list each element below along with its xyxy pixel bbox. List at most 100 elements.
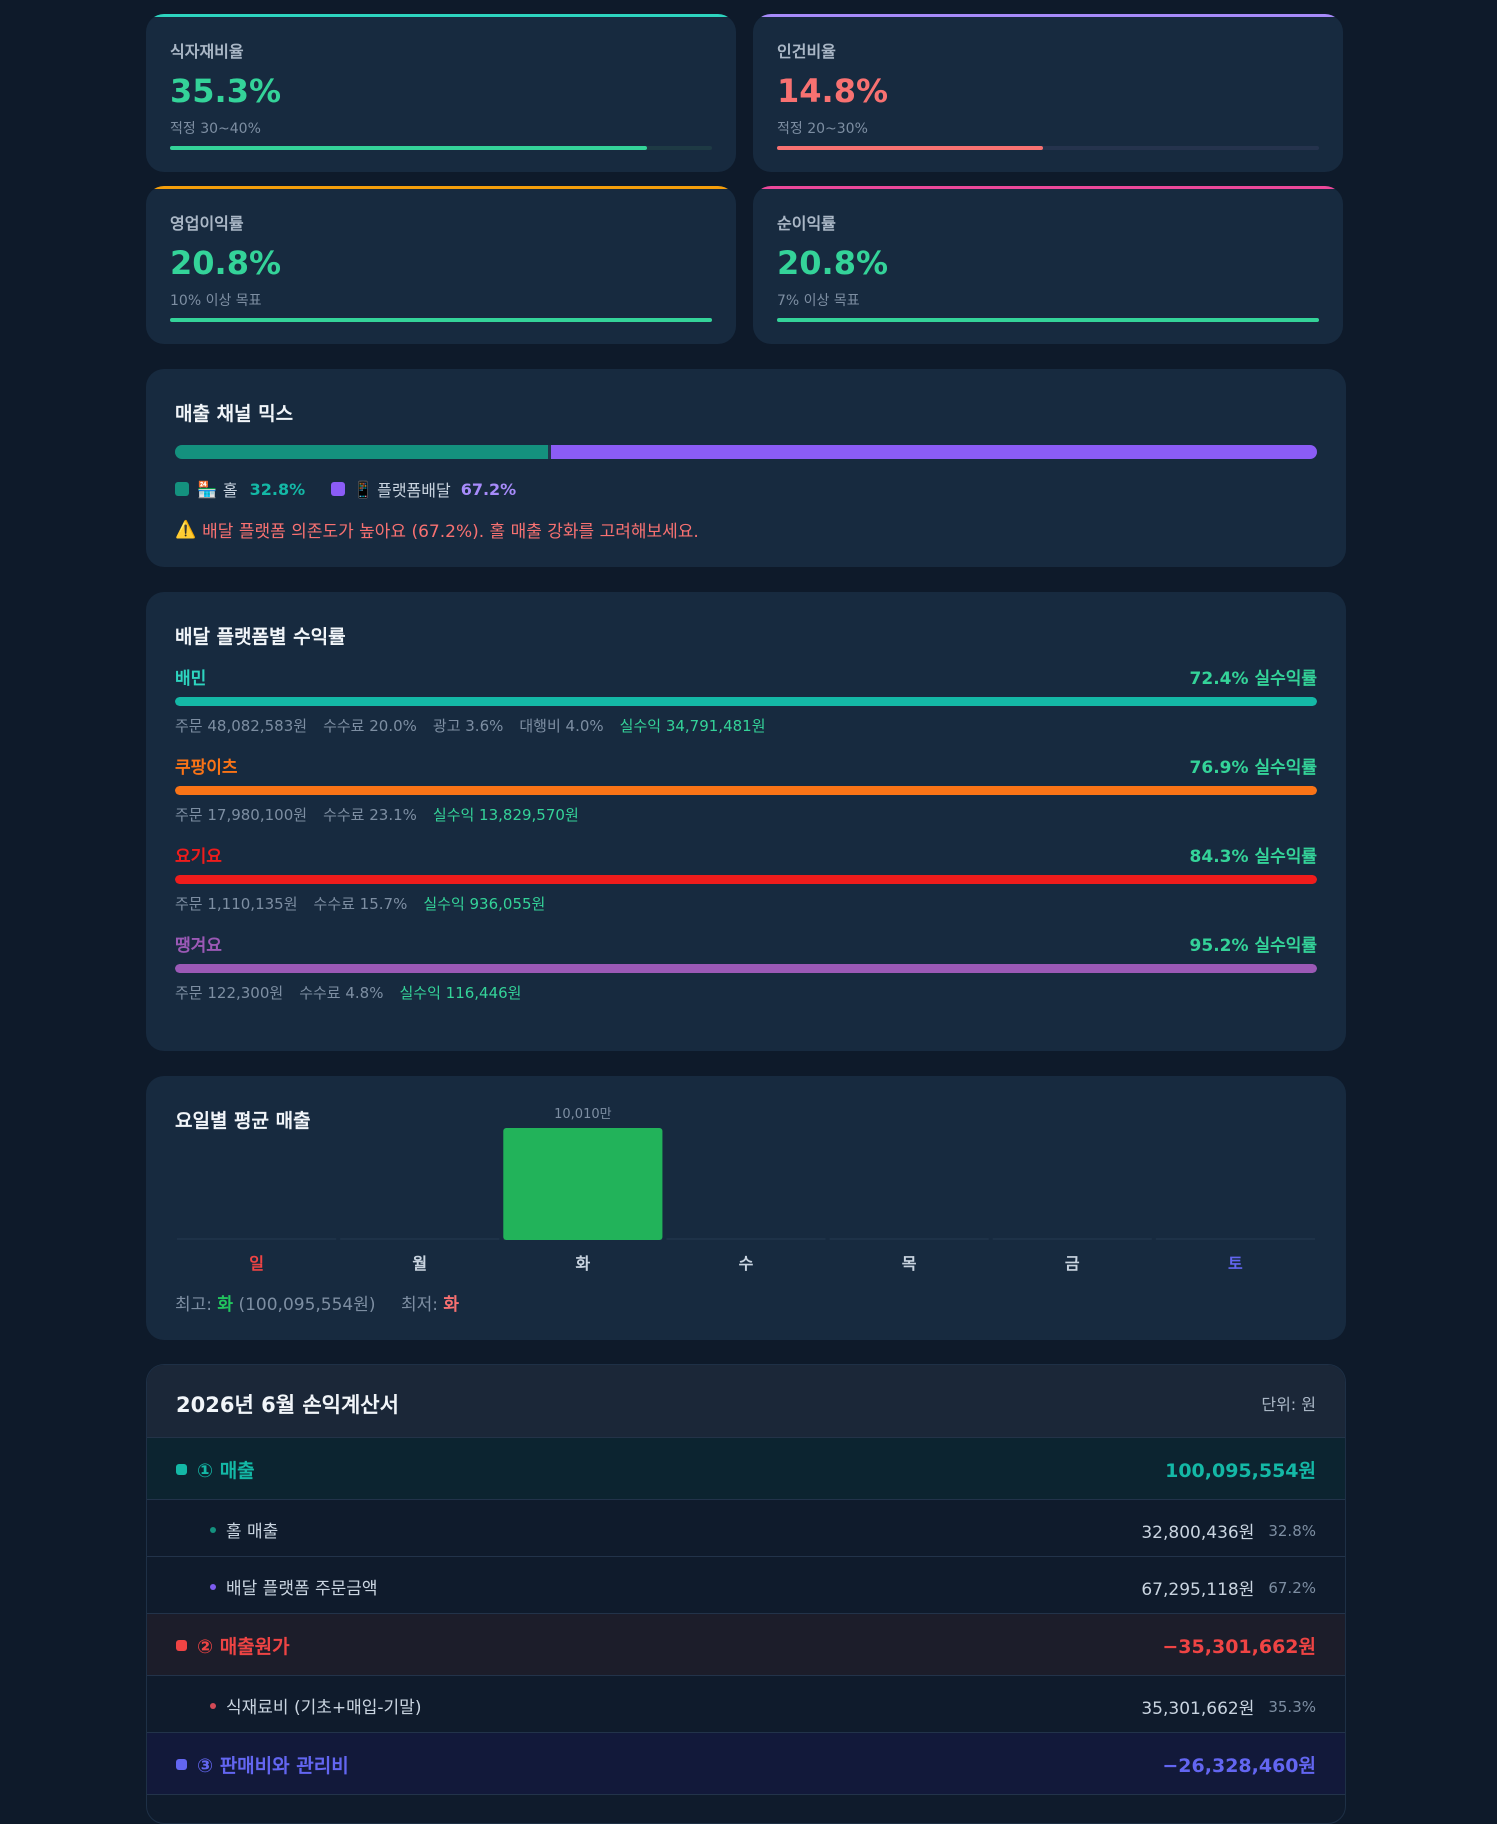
weekday-tick-label: 일 (249, 1254, 264, 1273)
store-icon: 🏪 (197, 479, 217, 499)
platform-meta-item: 수수료 15.7% (313, 895, 408, 913)
best-day: 화 (217, 1295, 234, 1315)
platform-row: 요기요 84.3% 실수익률 주문 1,110,135원 수수료 15.7% 실수익… (175, 842, 1317, 914)
delivery-label: 플랫폼배달 (377, 481, 451, 500)
kpi-label: 순이익률 (777, 214, 836, 233)
line-amount: 32,800,436원 (1141, 1523, 1255, 1543)
kpi-label: 인건비율 (777, 42, 836, 61)
section-label: ① 매출 (197, 1460, 255, 1482)
kpi-progress-track (170, 146, 712, 150)
weekday-tick-label: 금 (1064, 1254, 1080, 1273)
channel-mix-bar (175, 445, 1317, 459)
worst-day: 화 (443, 1295, 459, 1315)
delivery-share-segment (550, 445, 1317, 459)
income-statement-header: 2026년 6월 손익계산서 단위: 원 (147, 1365, 1345, 1438)
platform-rate-value: 95.2% (1189, 936, 1249, 956)
phone-icon: 📱 (353, 479, 374, 499)
kpi-progress-fill (170, 318, 712, 322)
platform-row: 땡겨요 95.2% 실수익률 주문 122,300원 수수료 4.8% 실수익 11… (175, 931, 1317, 1003)
platform-meta-item: 주문 17,980,100원 (175, 806, 308, 824)
kpi-progress-track (777, 318, 1319, 322)
hall-pct: 32.8% (249, 479, 306, 499)
platform-rate-track (175, 697, 1317, 706)
section-title: 배달 플랫폼별 수익률 (175, 626, 346, 648)
best-label: 최고: (175, 1295, 213, 1315)
kpi-label: 영업이익률 (170, 214, 244, 233)
platform-meta: 주문 1,110,135원 수수료 15.7% 실수익 936,055원 (175, 893, 1317, 914)
platform-name: 요기요 (175, 847, 222, 867)
platform-net-rate: 95.2% 실수익률 (1190, 931, 1317, 956)
section-marker-icon (176, 1640, 187, 1651)
statement-line-row: 식재료비 (기초+매입-기말) 35,301,662원 35.3% (147, 1676, 1345, 1733)
weekday-tick-label: 수 (738, 1254, 754, 1273)
section-amount: −35,301,662원 (1162, 1636, 1316, 1658)
channel-legend: 🏪 홀 32.8% 📱 플랫폼배달 67.2% (175, 477, 516, 501)
platform-meta-item: 수수료 23.1% (323, 806, 417, 824)
section-amount: 100,095,554원 (1165, 1460, 1316, 1482)
kpi-note: 7% 이상 목표 (777, 293, 860, 309)
kpi-value: 35.3% (170, 72, 282, 110)
platform-net-rate: 76.9% 실수익률 (1190, 753, 1317, 778)
line-bullet-icon (210, 1583, 216, 1590)
platform-meta-item: 주문 122,300원 (175, 984, 284, 1002)
worst-label: 최저: (400, 1295, 438, 1315)
delivery-swatch (331, 482, 346, 496)
line-bullet-icon (210, 1702, 216, 1709)
platform-rate-track (175, 875, 1317, 884)
weekday-baseline (177, 1238, 337, 1240)
kpi-note: 적정 20~30% (777, 121, 868, 137)
weekday-baseline (340, 1238, 500, 1240)
kpi-card-food-cost: 식자재비율 35.3% 적정 30~40% (146, 14, 736, 172)
platform-rate-suffix: 실수익률 (1254, 669, 1317, 689)
best-amount: (100,095,554원) (238, 1295, 376, 1315)
statement-section-row: ① 매출 100,095,554원 (147, 1438, 1345, 1500)
platform-rate-suffix: 실수익률 (1254, 936, 1317, 956)
statement-section-row: ② 매출원가 −35,301,662원 (147, 1614, 1345, 1676)
platform-net-rate: 84.3% 실수익률 (1190, 842, 1317, 867)
platform-meta: 주문 122,300원 수수료 4.8% 실수익 116,446원 (175, 982, 1317, 1003)
line-pct: 35.3% (1268, 1697, 1316, 1716)
weekday-baseline (829, 1238, 989, 1240)
platform-rate-value: 84.3% (1189, 847, 1249, 867)
section-title: 매출 채널 믹스 (175, 403, 294, 425)
statement-section-row: ③ 판매비와 관리비 −26,328,460원 (147, 1733, 1345, 1795)
weekday-baseline (666, 1238, 826, 1240)
platform-name: 쿠팡이츠 (175, 758, 238, 778)
section-label: ③ 판매비와 관리비 (197, 1755, 349, 1777)
platform-meta-item: 대행비 4.0% (519, 717, 604, 735)
platform-meta-item: 수수료 20.0% (323, 717, 417, 735)
line-amount: 67,295,118원 (1141, 1580, 1255, 1600)
platform-meta-item: 수수료 4.8% (299, 984, 384, 1002)
warning-icon: ⚠️ (175, 519, 197, 540)
platform-meta: 주문 17,980,100원 수수료 23.1% 실수익 13,829,570원 (175, 804, 1317, 825)
unit-label: 단위: 원 (1261, 1395, 1316, 1414)
platform-net-rate: 72.4% 실수익률 (1190, 664, 1317, 689)
line-amount: 35,301,662원 (1141, 1699, 1255, 1719)
line-label: 홀 매출 (226, 1522, 279, 1542)
kpi-progress-track (777, 146, 1319, 150)
kpi-progress-fill (777, 146, 1043, 150)
platform-rate-suffix: 실수익률 (1254, 758, 1317, 778)
weekday-tick-label: 토 (1228, 1254, 1243, 1273)
section-marker-icon (176, 1464, 187, 1475)
platform-net-profit: 실수익 13,829,570원 (432, 806, 579, 824)
hall-share-segment (175, 445, 548, 459)
platform-rate-track (175, 786, 1317, 795)
income-statement: 2026년 6월 손익계산서 단위: 원 ① 매출 100,095,554원홀 … (146, 1364, 1346, 1824)
statement-line-row: 배달 플랫폼 주문금액 67,295,118원 67.2% (147, 1557, 1345, 1614)
line-bullet-icon (210, 1526, 216, 1533)
weekday-bar-value-label: 10,010만 (554, 1107, 611, 1122)
platform-name: 배민 (175, 669, 207, 689)
delivery-pct: 67.2% (460, 479, 517, 499)
warning-text: 배달 플랫폼 의존도가 높아요 (67.2%). 홀 매출 강화를 고려해보세요… (202, 522, 699, 542)
weekday-baseline (1155, 1238, 1315, 1240)
hall-label: 홀 (222, 481, 238, 500)
platform-net-profit: 실수익 34,791,481원 (619, 717, 766, 735)
line-pct: 32.8% (1268, 1521, 1316, 1540)
weekday-sales-card: 요일별 평균 매출 10,010만 일월화수목금토 최고: 화 (100,095… (146, 1076, 1346, 1340)
channel-mix-card: 매출 채널 믹스 🏪 홀 32.8% 📱 플랫폼배달 67.2% ⚠️ 배달 플… (146, 369, 1346, 567)
kpi-label: 식자재비율 (170, 42, 244, 61)
platform-meta-item: 주문 48,082,583원 (175, 717, 308, 735)
kpi-card-net-margin: 순이익률 20.8% 7% 이상 목표 (753, 186, 1343, 344)
line-label: 식재료비 (기초+매입-기말) (226, 1698, 422, 1718)
